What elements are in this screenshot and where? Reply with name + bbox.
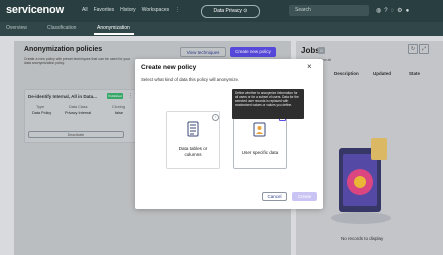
nav-more[interactable]: ⋮ [175,7,180,13]
close-icon[interactable]: × [307,62,312,71]
create-button[interactable]: Create [292,192,317,201]
document-icon [187,121,199,137]
settings-icon[interactable]: ⚙ [397,8,405,14]
active-tab-indicator [94,33,134,35]
nav-all[interactable]: All [82,7,88,13]
cancel-button[interactable]: Cancel [262,192,287,201]
tab-overview[interactable]: Overview [6,25,27,31]
info-icon[interactable]: i [212,114,219,121]
tab-anonymization[interactable]: Anonymization [97,25,130,31]
modal-subtitle: Select what kind of data this policy wil… [141,77,240,82]
servicenow-logo[interactable]: servicenow [6,4,64,16]
avatar[interactable]: ● [406,8,413,14]
nav-workspaces[interactable]: Workspaces [142,7,169,13]
modal-title: Create new policy [141,64,197,71]
info-tooltip: Define whether to anonymize information … [232,89,304,119]
nav-history[interactable]: History [120,7,136,13]
option-user-specific-data-label: User specific data [241,150,279,155]
scope-pill[interactable]: Data Privacy ⊙ [201,5,260,18]
header-icons: ◍?◌⚙● [376,7,412,14]
tab-classification[interactable]: Classification [47,25,76,31]
globe-icon[interactable]: ◍ [376,8,384,14]
option-data-tables-label: Data tables or columns [178,146,208,157]
user-profile-icon [253,122,266,137]
main-nav: All Favorites History Workspaces ⋮ [82,7,186,13]
search-input[interactable]: Search [289,5,369,16]
nav-favorites[interactable]: Favorites [94,7,115,13]
sub-nav: Overview Classification Anonymization [0,22,443,36]
